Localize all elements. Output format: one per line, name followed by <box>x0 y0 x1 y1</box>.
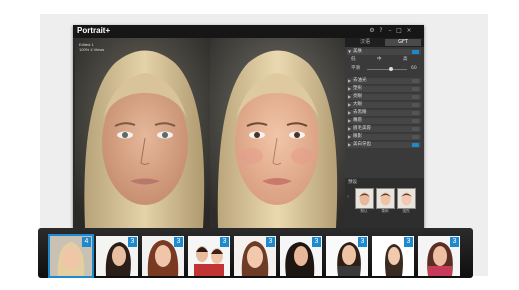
photo-meta-line2: 100% 4 Views <box>79 47 105 52</box>
face-count-badge: 3 <box>266 237 275 247</box>
app-window: Portrait+ ⚙ ? – □ × Edited 1 100% 4 View… <box>73 25 424 228</box>
expand-triangle-icon[interactable]: ▶ <box>348 110 351 116</box>
preset-label: 柔和 <box>381 209 389 213</box>
section-row[interactable]: ▶ 眼影 <box>347 134 421 140</box>
filmstrip: 4 3 3 3 3 3 3 3 3 <box>38 228 473 278</box>
section-row[interactable]: ▶ 塑形 <box>347 86 421 92</box>
section-row[interactable]: ▶ 亮眼 <box>347 94 421 100</box>
filmstrip-thumbnail[interactable]: 4 <box>48 234 94 278</box>
filmstrip-thumbnail[interactable]: 3 <box>188 236 230 276</box>
sub-option-high[interactable]: 高 <box>403 57 408 63</box>
section-toggle[interactable] <box>412 119 419 123</box>
filmstrip-thumbnail[interactable]: 3 <box>280 236 322 276</box>
section-label: 亮眼 <box>353 94 362 99</box>
face-count-badge: 3 <box>220 237 229 247</box>
app-title: Portrait+ <box>77 26 111 35</box>
section-label: 美白牙齿 <box>353 142 371 147</box>
section-toggle[interactable] <box>412 95 419 99</box>
face-count-badge: 3 <box>404 237 413 247</box>
expand-triangle-icon[interactable]: ▶ <box>348 78 351 84</box>
section-row[interactable]: ▶ 嘴唇 <box>347 118 421 124</box>
filmstrip-thumbnail[interactable]: 3 <box>234 236 276 276</box>
section-toggle[interactable] <box>412 111 419 115</box>
section-row[interactable]: ▶ 去油光 <box>347 78 421 84</box>
section-toggle[interactable] <box>412 143 419 147</box>
section-label: 眉毛美容 <box>353 126 371 131</box>
section-label: 去黑眼 <box>353 110 367 115</box>
expand-triangle-icon[interactable]: ▶ <box>348 126 351 132</box>
expand-triangle-icon[interactable]: ▶ <box>348 94 351 100</box>
section-row[interactable]: ▶ 眉毛美容 <box>347 126 421 132</box>
sub-option-low[interactable]: 低 <box>351 57 356 63</box>
after-photo[interactable] <box>210 38 345 228</box>
panel-tabs: 汉语 GFT <box>345 38 424 47</box>
scroll-left-icon[interactable]: ‹ <box>347 194 349 200</box>
preset-label: 默认 <box>360 209 368 213</box>
tab-presets[interactable]: 汉语 <box>347 39 383 46</box>
expand-triangle-icon[interactable]: ▶ <box>348 142 351 148</box>
preset-thumbnail[interactable] <box>355 188 374 209</box>
section-label: 塑形 <box>353 86 362 91</box>
preset-label: 强烈 <box>402 209 410 213</box>
face-count-badge: 3 <box>128 237 137 247</box>
filmstrip-thumbnail[interactable]: 3 <box>96 236 138 276</box>
smooth-slider-row: 平滑 60 <box>347 66 421 72</box>
sub-options-row: 低 中 高 <box>347 57 421 63</box>
filmstrip-thumbnail[interactable]: 3 <box>418 236 460 276</box>
face-count-badge: 3 <box>358 237 367 247</box>
face-count-badge: 4 <box>82 237 91 247</box>
preset-thumbnail[interactable] <box>376 188 395 209</box>
face-count-badge: 3 <box>450 237 459 247</box>
collapse-triangle-icon[interactable]: ▼ <box>348 49 351 55</box>
presets-title: 预设 <box>348 180 357 185</box>
section-label: 美肤 <box>353 49 362 54</box>
image-canvas[interactable]: Edited 1 100% 4 Views <box>75 38 345 228</box>
filmstrip-thumbnail[interactable]: 3 <box>142 236 184 276</box>
section-row[interactable]: ▼ 美肤 <box>347 49 421 55</box>
adjustments-panel: 汉语 GFT ▼ 美肤 低 中 高 平滑 60 ▶ 去油光 ▶ 塑形 ▶ 亮眼 ▶ 大眼… <box>345 38 424 228</box>
section-toggle[interactable] <box>412 127 419 131</box>
smooth-slider-track[interactable] <box>367 69 407 70</box>
section-row[interactable]: ▶ 大眼 <box>347 102 421 108</box>
tab-gft[interactable]: GFT <box>385 39 421 46</box>
filmstrip-thumbnail[interactable]: 3 <box>372 236 414 276</box>
expand-triangle-icon[interactable]: ▶ <box>348 102 351 108</box>
help-icon[interactable]: ? <box>378 27 384 34</box>
section-label: 眼影 <box>353 134 362 139</box>
slider-value: 60 <box>411 66 417 71</box>
section-label: 嘴唇 <box>353 118 362 123</box>
presets-strip: 预设 ‹ 默认 柔和 强烈 <box>345 178 424 228</box>
smooth-slider-handle[interactable] <box>389 67 393 71</box>
maximize-icon[interactable]: □ <box>396 27 402 34</box>
sub-option-mid[interactable]: 中 <box>377 57 382 63</box>
section-toggle[interactable] <box>412 50 419 54</box>
section-label: 大眼 <box>353 102 362 107</box>
section-toggle[interactable] <box>412 135 419 139</box>
expand-triangle-icon[interactable]: ▶ <box>348 118 351 124</box>
section-toggle[interactable] <box>412 79 419 83</box>
before-photo[interactable]: Edited 1 100% 4 Views <box>75 38 210 228</box>
section-toggle[interactable] <box>412 87 419 91</box>
face-count-badge: 3 <box>312 237 321 247</box>
section-row[interactable]: ▶ 去黑眼 <box>347 110 421 116</box>
close-icon[interactable]: × <box>406 27 412 34</box>
minimize-icon[interactable]: – <box>387 27 393 34</box>
settings-icon[interactable]: ⚙ <box>369 27 375 34</box>
slider-label: 平滑 <box>351 66 360 71</box>
preset-thumbnail[interactable] <box>397 188 416 209</box>
expand-triangle-icon[interactable]: ▶ <box>348 86 351 92</box>
section-toggle[interactable] <box>412 103 419 107</box>
face-count-badge: 3 <box>174 237 183 247</box>
filmstrip-thumbnail[interactable]: 3 <box>326 236 368 276</box>
expand-triangle-icon[interactable]: ▶ <box>348 134 351 140</box>
photo-meta: Edited 1 100% 4 Views <box>79 42 104 52</box>
section-row[interactable]: ▶ 美白牙齿 <box>347 142 421 148</box>
title-bar: Portrait+ ⚙ ? – □ × <box>73 25 424 38</box>
section-label: 去油光 <box>353 78 367 83</box>
